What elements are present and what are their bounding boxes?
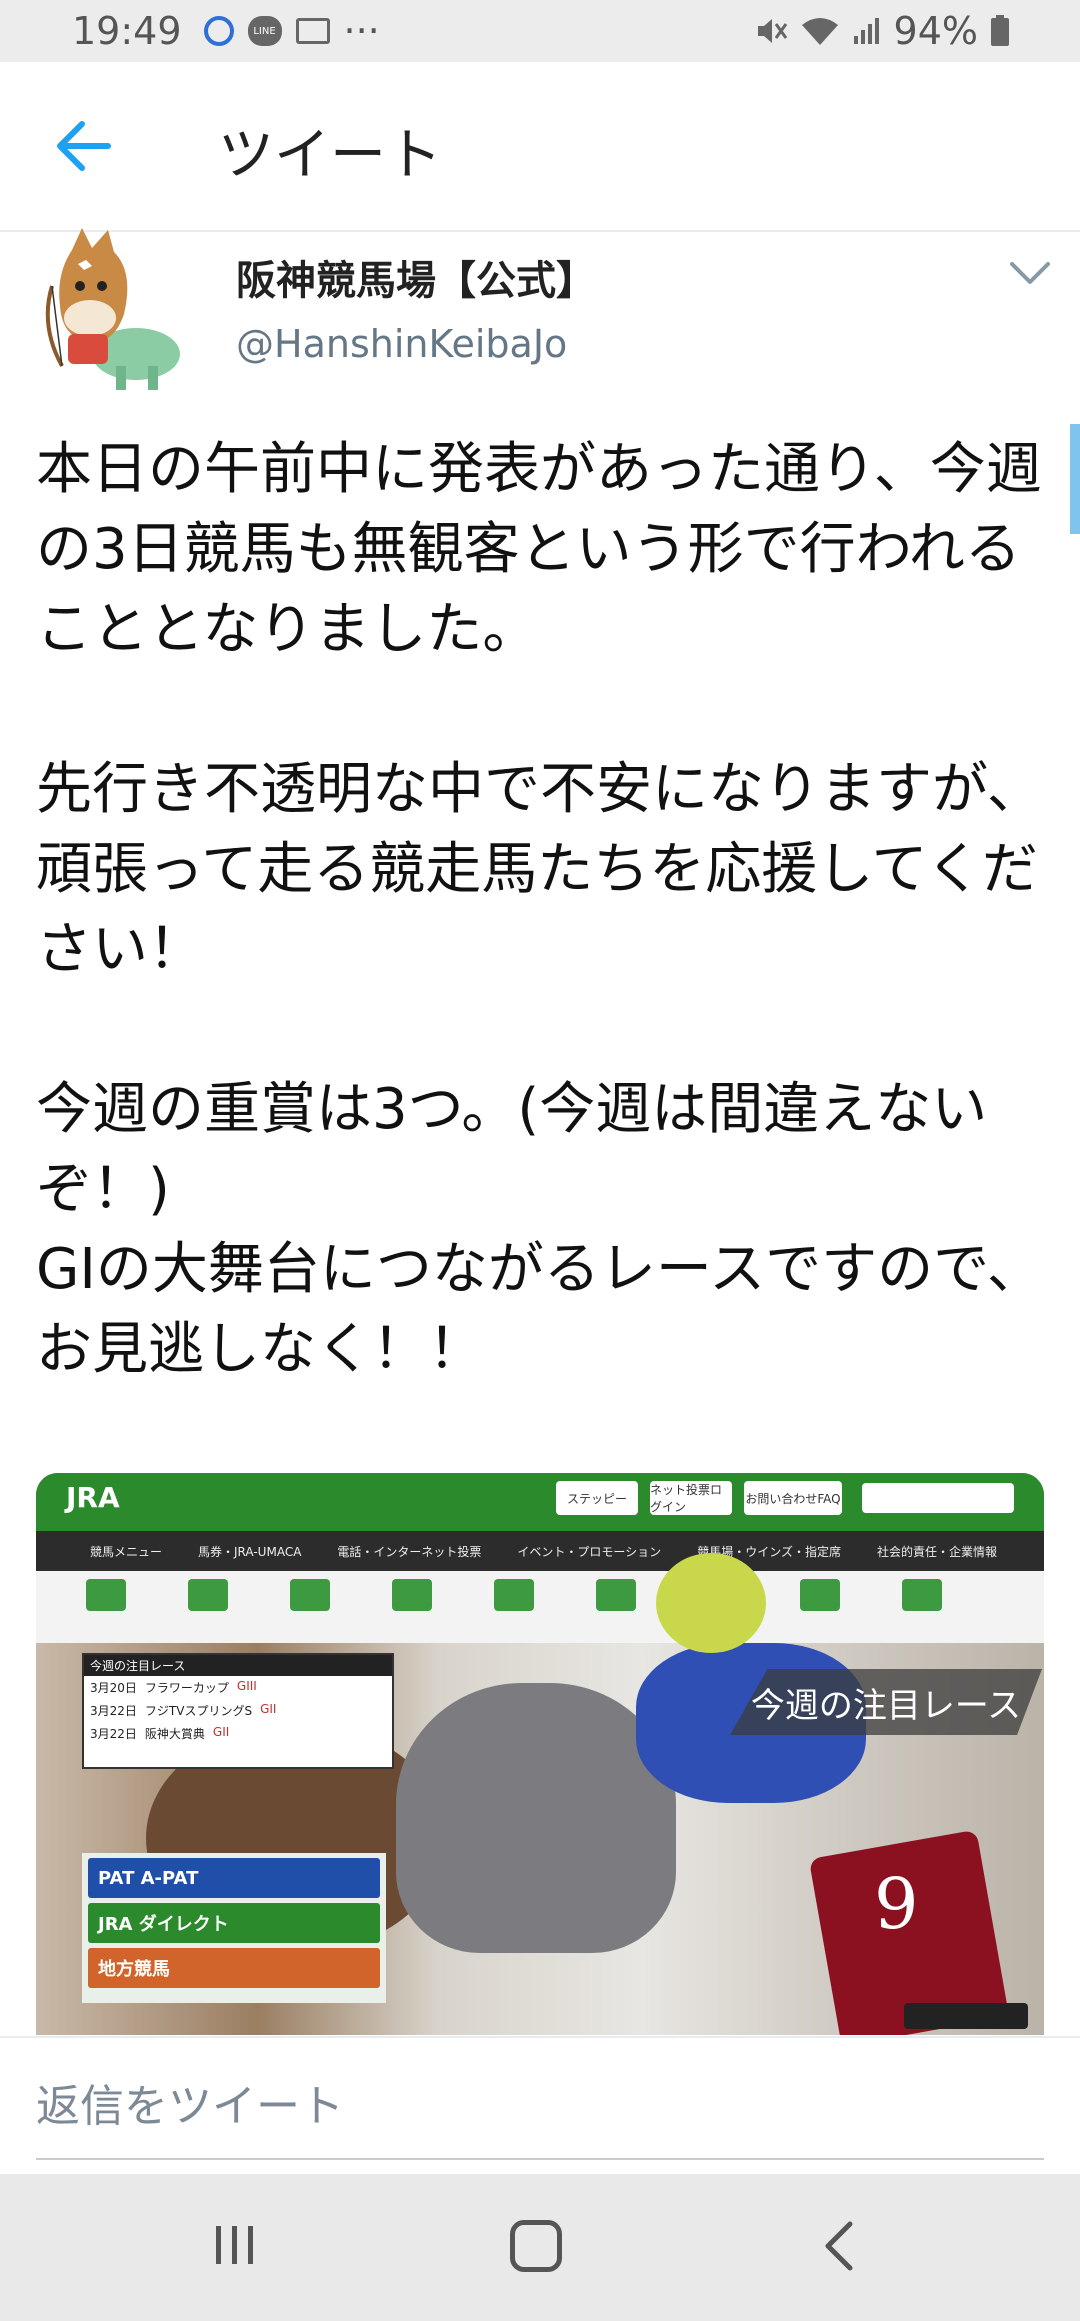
login-row: 地方競馬 [88,1948,380,1988]
results-icon [392,1579,432,1611]
jra-nav-item: 社会的責任・企業情報 [876,1544,997,1559]
home-icon[interactable] [510,2220,562,2272]
reply-bar: 返信をツイート [0,2036,1080,2176]
race-grade: GIII [236,1679,257,1693]
jra-nav-item: イベント・プロモーション [517,1544,662,1559]
sync-icon [203,16,234,46]
race-row: 3月20日 フラワーカップ GIII [84,1676,392,1699]
race-name: フラワーカップ [144,1681,229,1695]
race-row: 3月22日 阪神大賞典 GII [84,1722,392,1745]
jra-icon-row [36,1571,1044,1643]
system-nav-bar [0,2174,1080,2321]
jra-nav-item: 電話・インターネット投票 [337,1544,482,1559]
recent-apps-icon[interactable] [210,2220,260,2270]
reply-input[interactable]: 返信をツイート [36,2070,344,2134]
system-icons: 94% [754,9,1010,53]
race-date: 3月20日 [90,1681,137,1695]
divider [36,2158,1044,2160]
scrollbar-thumb[interactable] [1070,424,1080,534]
signal-icon [853,18,879,44]
race-date: 3月22日 [90,1727,137,1741]
login-row: JRA ダイレクト [88,1903,380,1943]
more-notifications-icon: ··· [343,9,380,53]
horse-shape [396,1683,676,1953]
jra-nav: 競馬メニュー 馬券・JRA-UMACA 電話・インターネット投票 イベント・プロ… [36,1531,1044,1571]
helmet-shape [656,1553,766,1653]
mail-icon [295,18,330,44]
race-name: フジTVスプリングS [144,1704,253,1718]
jockey-data-icon [596,1579,636,1611]
page-title: ツイート [218,123,442,188]
saddle-number: 9 [874,1863,919,1945]
notification-icons: LINE ··· [203,9,380,53]
payout-icon [494,1579,534,1611]
battery-percent: 94% [893,9,978,53]
jra-search-box [862,1483,1014,1513]
jra-logo: JRA [66,1481,120,1514]
racecourse-icon [902,1579,942,1611]
author-handle[interactable]: @HanshinKeibaJo [236,322,567,366]
race-row: 3月22日 フジTVスプリングS GII [84,1699,392,1722]
author-name[interactable]: 阪神競馬場【公式】 [236,248,596,306]
tweet-media-image[interactable]: JRA ステッピー ネット投票ログイン お問い合わせFAQ 競馬メニュー 馬券・… [36,1473,1044,2035]
jra-nav-item: 馬券・JRA-UMACA [198,1544,302,1559]
app-header: ツイート [0,62,1080,232]
odds-icon [290,1579,330,1611]
tweet-text: 本日の午前中に発表があった通り、今週の3日競馬も無観客という形で行われることとな… [36,437,1043,1382]
race-grade: GII [212,1725,230,1739]
mute-icon [757,19,787,43]
jra-button: ネット投票ログイン [650,1481,732,1515]
status-bar: 19:49 LINE ··· 94% [0,0,1080,62]
carousel-controls [904,2003,1028,2029]
jra-button: お問い合わせFAQ [744,1481,842,1515]
panel-title: 今週の注目レース [84,1655,392,1676]
jra-button: ステッピー [556,1481,638,1515]
login-panel: PAT A-PAT JRA ダイレクト 地方競馬 [82,1853,386,2003]
calendar-icon [86,1579,126,1611]
battery-icon [991,15,1009,46]
login-row: PAT A-PAT [88,1858,380,1898]
entries-icon [188,1579,228,1611]
back-arrow-icon[interactable] [52,116,114,176]
avatar[interactable] [38,226,188,394]
race-date: 3月22日 [90,1704,137,1718]
featured-banner: 今週の注目レース [730,1669,1042,1735]
status-time: 19:49 [72,9,182,53]
featured-races-panel: 今週の注目レース 3月20日 フラワーカップ GIII 3月22日 フジTVスプ… [82,1653,394,1769]
horse-search-icon [800,1579,840,1611]
race-name: 阪神大賞典 [144,1727,205,1741]
back-icon[interactable] [818,2218,858,2274]
chevron-down-icon[interactable] [1008,258,1052,288]
jra-header: JRA ステッピー ネット投票ログイン お問い合わせFAQ [36,1473,1044,1531]
jra-nav-item: 競馬メニュー [90,1544,163,1559]
line-app-icon: LINE [247,16,282,46]
race-grade: GII [260,1702,277,1716]
wifi-icon [801,18,838,45]
